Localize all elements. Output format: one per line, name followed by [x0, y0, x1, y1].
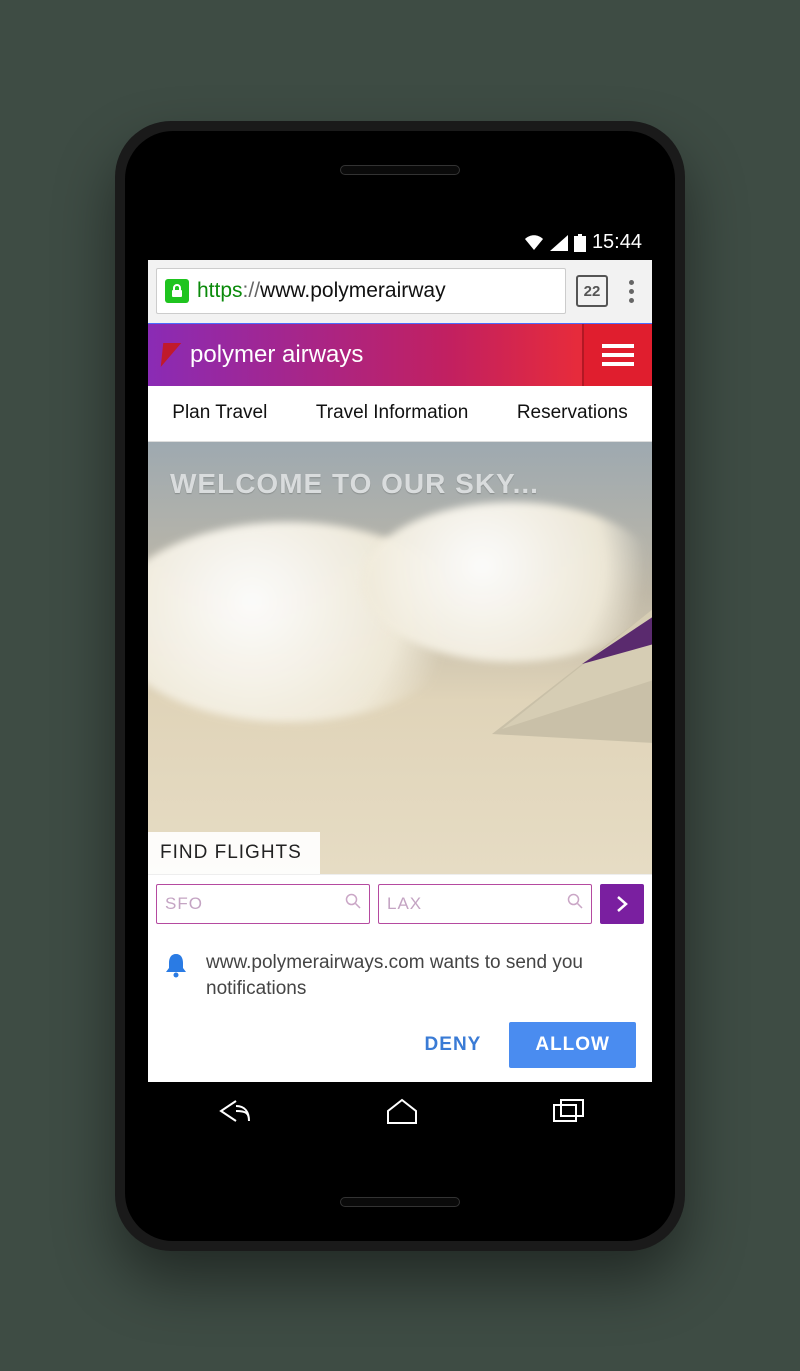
back-button[interactable] [213, 1097, 253, 1130]
omnibox[interactable]: https :// www.polymerairway [156, 268, 566, 314]
notification-permission-prompt: www.polymerairways.com wants to send you… [148, 932, 652, 1081]
ssl-lock-icon [165, 279, 189, 303]
hero-banner: WELCOME TO OUR SKY... FIND FLIGHTS [148, 442, 652, 875]
chevron-right-icon [615, 895, 629, 913]
recents-icon [551, 1098, 587, 1124]
site-menu-button[interactable] [582, 324, 652, 386]
status-time: 15:44 [592, 231, 642, 254]
phone-speaker-bottom [340, 1197, 460, 1207]
kebab-dot-icon [629, 289, 634, 294]
brand-name: polymer airways [190, 341, 363, 369]
recents-button[interactable] [551, 1098, 587, 1129]
flight-search-bar: SFO LAX [148, 874, 652, 932]
device-screen: 15:44 https :// www.polymerairway 22 [148, 226, 652, 1146]
back-icon [213, 1097, 253, 1125]
browser-toolbar: https :// www.polymerairway 22 [148, 260, 652, 324]
cell-signal-icon [550, 235, 568, 251]
hamburger-icon [602, 343, 634, 367]
permission-actions: DENY ALLOW [164, 1022, 636, 1068]
site-brand[interactable]: polymer airways [148, 324, 582, 386]
nav-travel-information[interactable]: Travel Information [308, 402, 476, 424]
browser-menu-button[interactable] [618, 276, 644, 307]
airplane-wing-icon [432, 594, 652, 754]
site-header: polymer airways [148, 324, 652, 386]
home-button[interactable] [384, 1097, 420, 1130]
nav-reservations[interactable]: Reservations [509, 402, 636, 424]
search-icon [345, 893, 361, 914]
to-airport-placeholder: LAX [387, 894, 422, 914]
battery-icon [574, 234, 586, 252]
home-icon [384, 1097, 420, 1125]
android-navbar [148, 1082, 652, 1146]
nav-plan-travel[interactable]: Plan Travel [164, 402, 275, 424]
page-content: polymer airways Plan Travel Travel Infor… [148, 324, 652, 1082]
url-scheme: https [197, 279, 243, 303]
permission-message: www.polymerairways.com wants to send you… [206, 950, 636, 1001]
search-icon [567, 893, 583, 914]
android-status-bar: 15:44 [148, 226, 652, 260]
tab-switcher-button[interactable]: 22 [576, 275, 608, 307]
url-sep: :// [243, 279, 261, 303]
brand-logo-icon [161, 343, 182, 367]
kebab-dot-icon [629, 280, 634, 285]
phone-bezel: 15:44 https :// www.polymerairway 22 [125, 131, 675, 1241]
to-airport-input[interactable]: LAX [378, 884, 592, 924]
url-host: www.polymerairway [260, 279, 446, 303]
deny-button[interactable]: DENY [411, 1024, 496, 1066]
allow-button[interactable]: ALLOW [509, 1022, 636, 1068]
search-flights-button[interactable] [600, 884, 644, 924]
kebab-dot-icon [629, 298, 634, 303]
from-airport-input[interactable]: SFO [156, 884, 370, 924]
bell-icon [164, 952, 188, 986]
from-airport-placeholder: SFO [165, 894, 203, 914]
wifi-icon [524, 235, 544, 251]
primary-nav: Plan Travel Travel Information Reservati… [148, 386, 652, 442]
phone-frame: 15:44 https :// www.polymerairway 22 [115, 121, 685, 1251]
phone-speaker-top [340, 165, 460, 175]
find-flights-label: FIND FLIGHTS [148, 832, 320, 874]
permission-message-row: www.polymerairways.com wants to send you… [164, 950, 636, 1001]
hero-title: WELCOME TO OUR SKY... [170, 468, 539, 500]
